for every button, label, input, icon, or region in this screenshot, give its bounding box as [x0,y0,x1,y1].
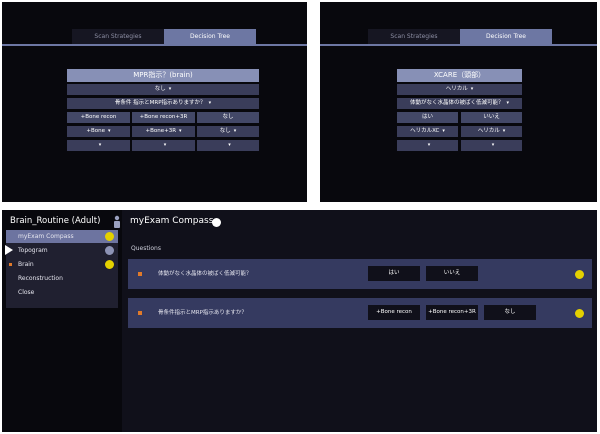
tree-node-no[interactable]: いいえ [461,112,522,123]
sidebar-item-label: myExam Compass [18,233,74,240]
bullet-icon [9,263,12,266]
tree-node-bone[interactable]: +Bone ▾ [67,126,130,137]
tree-node-helical-2[interactable]: ヘリカル ▾ [461,126,522,137]
tree-node-lens-question[interactable]: 体動がなく水晶体の被ばく低減可能？ ▾ [397,98,522,109]
bullet-icon [138,272,142,276]
tree-node-empty[interactable]: ▾ [461,140,522,151]
decision-tree-panel-right: Scan Strategies Decision Tree XCARE（頭部） … [320,2,597,202]
exam-compass-window: Brain_Routine (Adult) myExam Compass Top… [2,210,597,432]
decision-tree-panel-left: Scan Strategies Decision Tree MPR指示？(bra… [2,2,307,202]
question-text: 骨条件指示とMRP指示ありますか？ [158,310,247,316]
tab-underline [2,44,307,46]
chevron-down-icon: ▾ [502,128,506,134]
tree-node-none-2[interactable]: なし [197,112,259,123]
tab-bar: Scan Strategies Decision Tree [368,29,552,44]
answer-bone-recon-button[interactable]: +Bone recon [368,305,420,320]
status-icon [105,246,114,255]
node-label: 体動がなく水晶体の被ばく低減可能？ [409,100,504,106]
answer-yes-button[interactable]: はい [368,266,420,281]
tree-node-none[interactable]: なし ▾ [67,84,259,95]
sidebar-item-topogram[interactable]: Topogram [5,244,118,257]
tree-node-empty[interactable]: ▾ [67,140,130,151]
node-label: 骨条件 指示とMRP指示ありますか？ [114,100,206,106]
sidebar-item-myexam-compass[interactable]: myExam Compass [6,230,118,243]
main-panel: myExam Compass Questions 体動がなく水晶体の被ばく低減可… [122,210,597,432]
bullet-icon [138,311,142,315]
protocol-title: Brain_Routine (Adult) [10,216,101,226]
sidebar: myExam Compass Topogram Brain Reconstruc… [5,230,118,308]
tree-header: MPR指示？(brain) [67,69,259,82]
sidebar-item-label: Topogram [18,247,48,254]
node-label: ヘリカル [445,86,468,92]
node-label: +Bone+3R [145,128,177,134]
tab-scan-strategies[interactable]: Scan Strategies [72,29,164,44]
current-step-arrow-icon [5,245,13,255]
question-row-lens: 体動がなく水晶体の被ばく低減可能？ はい いいえ [128,259,592,289]
node-label: +Bone [86,128,106,134]
edit-icon [105,232,114,241]
tree-node-yes[interactable]: はい [397,112,458,123]
tree-node-helical-xc[interactable]: ヘリカルXC ▾ [397,126,458,137]
tree-node-bone-3r[interactable]: +Bone+3R ▾ [132,126,195,137]
edit-icon[interactable] [575,309,584,318]
sidebar-item-label: Close [18,289,35,296]
sidebar-item-brain[interactable]: Brain [6,258,118,271]
tab-scan-strategies[interactable]: Scan Strategies [368,29,460,44]
tree-node-empty[interactable]: ▾ [397,140,458,151]
sidebar-item-label: Brain [18,261,34,268]
answer-bone-recon-3r-button[interactable]: +Bone recon+3R [426,305,478,320]
warning-icon [105,260,114,269]
tab-underline [320,44,597,46]
question-row-bone: 骨条件指示とMRP指示ありますか？ +Bone recon +Bone reco… [128,298,592,328]
edit-icon[interactable] [575,270,584,279]
edit-icon[interactable] [212,218,221,227]
tree-node-empty[interactable]: ▾ [197,140,259,151]
sidebar-item-close[interactable]: Close [6,286,118,299]
tab-bar: Scan Strategies Decision Tree [72,29,256,44]
tree-node-helical[interactable]: ヘリカル ▾ [397,84,522,95]
chevron-down-icon: ▾ [98,142,102,148]
chevron-down-icon: ▾ [233,128,237,134]
chevron-down-icon: ▾ [427,142,431,148]
node-label: なし [219,128,231,134]
tree-node-empty[interactable]: ▾ [132,140,195,151]
chevron-down-icon: ▾ [208,100,212,106]
chevron-down-icon: ▾ [168,86,172,92]
chevron-down-icon: ▾ [228,142,231,148]
tree-node-bone-recon[interactable]: +Bone recon [67,112,130,123]
tab-decision-tree[interactable]: Decision Tree [164,29,256,44]
tree-node-none-3[interactable]: なし ▾ [197,126,259,137]
chevron-down-icon: ▾ [108,128,111,134]
answer-no-button[interactable]: いいえ [426,266,478,281]
tab-decision-tree[interactable]: Decision Tree [460,29,552,44]
questions-label: Questions [131,245,161,252]
answer-none-button[interactable]: なし [484,305,536,320]
chevron-down-icon: ▾ [163,142,167,148]
node-label: ヘリカルXC [410,128,440,134]
sidebar-item-reconstruction[interactable]: Reconstruction [6,272,118,285]
tree-node-bone-recon-3r[interactable]: +Bone recon+3R [132,112,195,123]
node-label: ヘリカル [477,128,500,134]
chevron-down-icon: ▾ [506,100,510,106]
question-text: 体動がなく水晶体の被ばく低減可能？ [158,271,252,277]
tree-node-bone-question[interactable]: 骨条件 指示とMRP指示ありますか？ ▾ [67,98,259,109]
tree-header: XCARE（頭部） [397,69,522,82]
node-label: なし [154,86,166,92]
chevron-down-icon: ▾ [442,128,445,134]
chevron-down-icon: ▾ [470,86,474,92]
sidebar-item-label: Reconstruction [18,275,63,282]
page-title: myExam Compass [130,216,214,226]
chevron-down-icon: ▾ [179,128,182,134]
chevron-down-icon: ▾ [491,142,495,148]
